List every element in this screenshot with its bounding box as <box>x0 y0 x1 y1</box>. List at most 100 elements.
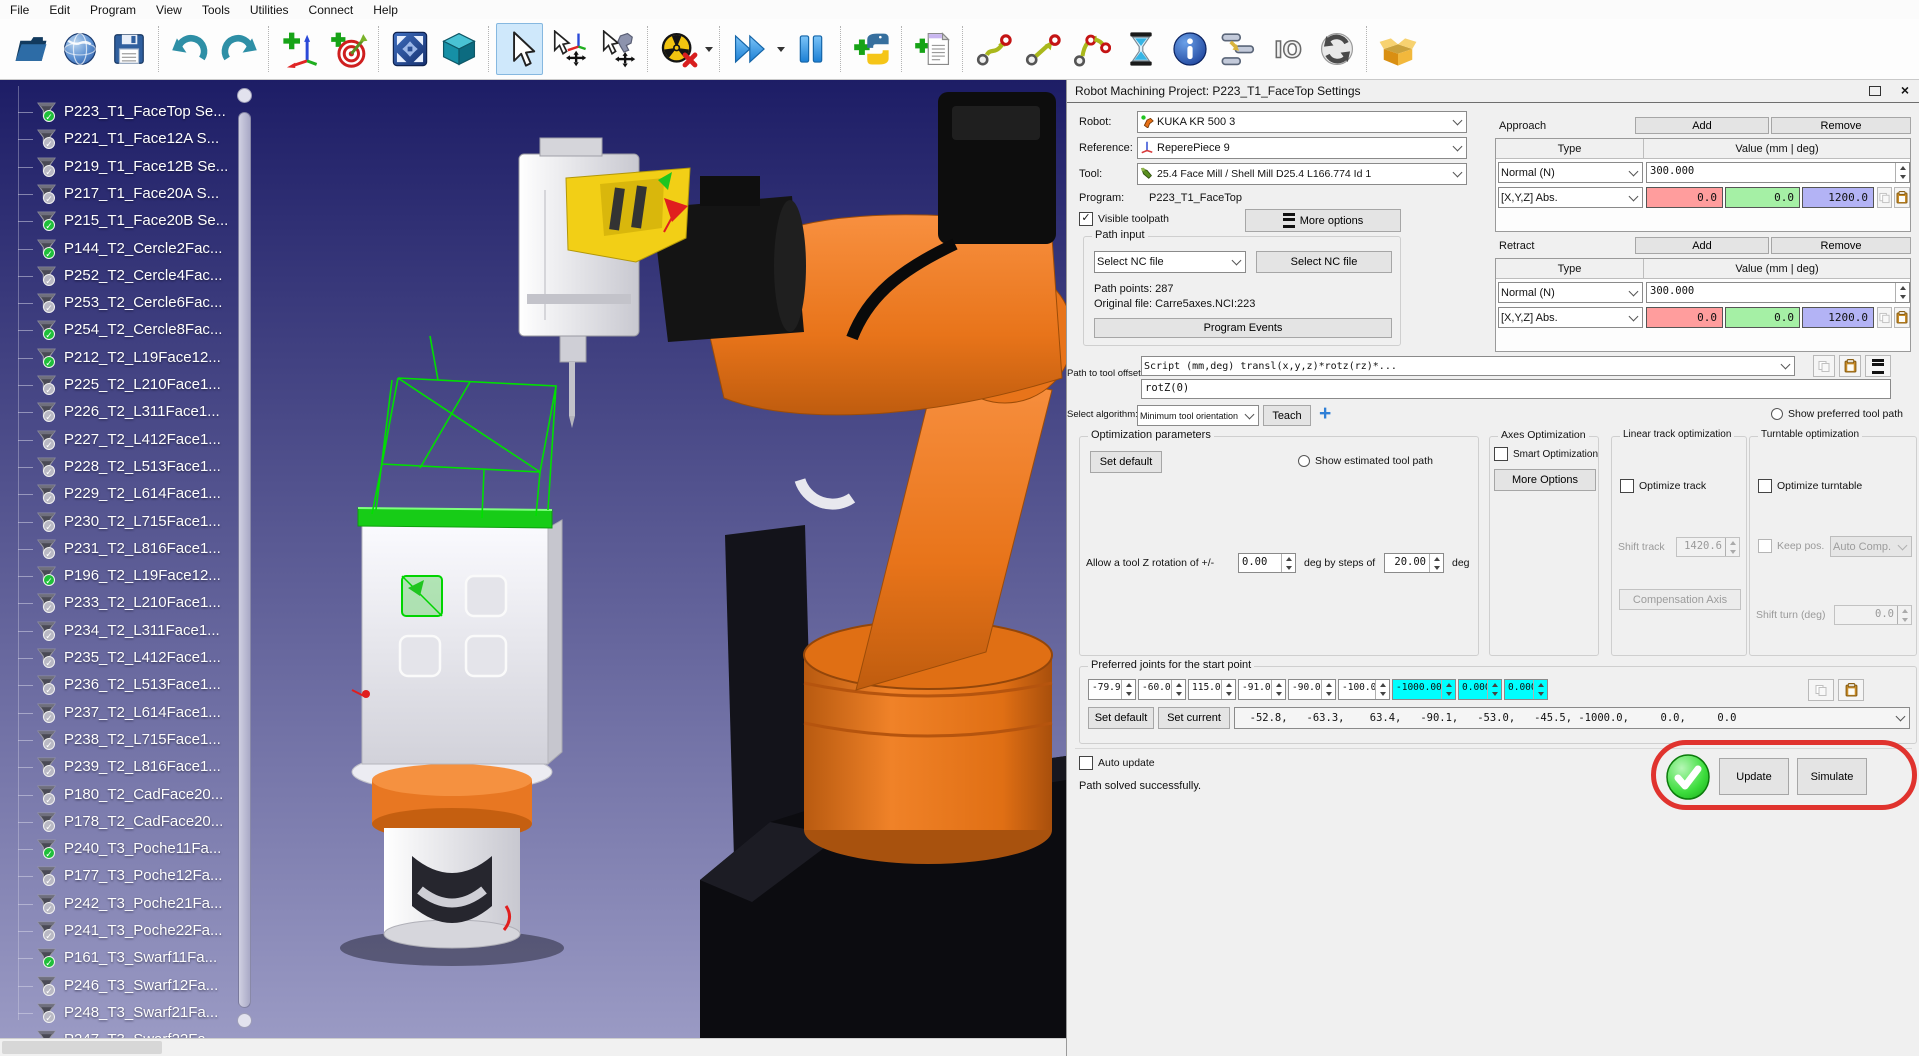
copy-icon[interactable] <box>1813 355 1835 377</box>
add-python-program-button[interactable] <box>848 23 895 75</box>
copy-icon[interactable] <box>1877 307 1892 328</box>
undo-button[interactable] <box>166 23 213 75</box>
paste-icon[interactable] <box>1839 355 1861 377</box>
tree-scrollbar[interactable] <box>236 88 253 1030</box>
joints-set-default-button[interactable]: Set default <box>1088 707 1154 729</box>
joint-4-spin[interactable]: -91.0000 <box>1238 679 1286 700</box>
move-linear-instruction-button[interactable] <box>1019 23 1066 75</box>
joint-8-spin[interactable]: 0.0000 <box>1458 679 1502 700</box>
joint-5-spin[interactable]: -90.0000 <box>1288 679 1336 700</box>
viewport-3d[interactable]: ✓P223_T1_FaceTop Se...✓P221_T1_Face12A S… <box>0 80 1066 1038</box>
current-joints-select[interactable]: -52.8, -63.3, 63.4, -90.1, -53.0, -45.5,… <box>1234 707 1910 729</box>
update-program-button[interactable] <box>1313 23 1360 75</box>
fast-simulation-button[interactable] <box>727 23 774 75</box>
collision-dropdown-caret[interactable] <box>703 23 714 75</box>
rotation-spin[interactable]: 0.00 <box>1238 553 1296 573</box>
approach-type1-select[interactable]: Normal (N) <box>1498 162 1643 183</box>
redo-button[interactable] <box>215 23 262 75</box>
optimize-track-checkbox[interactable]: Optimize track <box>1620 479 1706 493</box>
retract-type1-select[interactable]: Normal (N) <box>1498 282 1643 303</box>
joint-1-spin[interactable]: -79.9800 <box>1088 679 1136 700</box>
move-reference-button[interactable] <box>545 23 592 75</box>
steps-spin[interactable]: 20.00 <box>1384 553 1444 573</box>
optimize-turntable-checkbox[interactable]: Optimize turntable <box>1758 479 1862 493</box>
approach-value1-spin[interactable]: 300.000 <box>1646 162 1910 183</box>
retract-add-button[interactable]: Add <box>1635 237 1769 254</box>
pause-simulation-button[interactable] <box>787 23 834 75</box>
save-station-button[interactable] <box>105 23 152 75</box>
approach-x-field[interactable]: 0.0 <box>1646 187 1723 208</box>
joint-3-spin[interactable]: 115.0000 <box>1188 679 1236 700</box>
teach-button[interactable]: Teach <box>1263 405 1311 426</box>
isometric-view-button[interactable] <box>435 23 482 75</box>
close-panel-icon[interactable]: × <box>1901 82 1909 98</box>
copy-icon[interactable] <box>1877 187 1892 208</box>
pause-instruction-button[interactable] <box>1117 23 1164 75</box>
menu-file[interactable]: File <box>0 1 39 19</box>
retract-x-field[interactable]: 0.0 <box>1646 307 1723 328</box>
retract-y-field[interactable]: 0.0 <box>1725 307 1800 328</box>
move-joint-instruction-button[interactable] <box>970 23 1017 75</box>
menu-help[interactable]: Help <box>363 1 408 19</box>
menu-connect[interactable]: Connect <box>299 1 364 19</box>
scroll-up-knob[interactable] <box>237 88 252 103</box>
move-circular-instruction-button[interactable] <box>1068 23 1115 75</box>
restore-panel-icon[interactable] <box>1869 86 1881 96</box>
sample-library-button[interactable] <box>1374 23 1421 75</box>
show-instruction-button[interactable] <box>1166 23 1213 75</box>
reference-select[interactable]: ReperePiece 9 <box>1137 137 1467 159</box>
paste-icon[interactable] <box>1894 307 1910 328</box>
add-target-button[interactable] <box>325 23 372 75</box>
offset-script-select[interactable]: Script (mm,deg) transl(x,y,z)*rotz(rz)*.… <box>1141 356 1795 376</box>
retract-z-field[interactable]: 1200.0 <box>1802 307 1874 328</box>
paste-icon[interactable] <box>1894 187 1910 208</box>
more-options-button[interactable]: More options <box>1245 209 1401 232</box>
joint-6-spin[interactable]: -100.0000 <box>1338 679 1390 700</box>
algorithm-select[interactable]: Minimum tool orientation change <box>1137 405 1259 426</box>
fit-view-button[interactable] <box>386 23 433 75</box>
move-tool-button[interactable] <box>594 23 641 75</box>
horizontal-scrollbar[interactable] <box>0 1038 1066 1056</box>
tool-select[interactable]: 25.4 Face Mill / Shell Mill D25.4 L166.7… <box>1137 163 1467 185</box>
check-collisions-button[interactable] <box>655 23 702 75</box>
online-library-button[interactable] <box>56 23 103 75</box>
joint-9-spin[interactable]: 0.0000 <box>1504 679 1548 700</box>
menu-edit[interactable]: Edit <box>39 1 80 19</box>
retract-type2-select[interactable]: [X,Y,Z] Abs. <box>1498 307 1643 328</box>
simulation-dropdown-caret[interactable] <box>775 23 786 75</box>
joint-2-spin[interactable]: -60.0000 <box>1138 679 1186 700</box>
show-estimated-radio[interactable]: Show estimated tool path <box>1298 455 1433 467</box>
select-tool-button[interactable] <box>496 23 543 75</box>
auto-update-checkbox[interactable]: Auto update <box>1079 756 1155 770</box>
offset-menu-button[interactable] <box>1865 355 1891 377</box>
visible-toolpath-checkbox[interactable]: ✓Visible toolpath <box>1079 212 1169 226</box>
approach-type2-select[interactable]: [X,Y,Z] Abs. <box>1498 187 1643 208</box>
joint-7-spin[interactable]: -1000.0000 <box>1392 679 1456 700</box>
scroll-thumb[interactable] <box>238 112 251 1008</box>
program-call-instruction-button[interactable] <box>1215 23 1262 75</box>
approach-y-field[interactable]: 0.0 <box>1725 187 1800 208</box>
open-project-button[interactable] <box>7 23 54 75</box>
paste-icon[interactable] <box>1838 679 1864 701</box>
scroll-down-knob[interactable] <box>237 1013 252 1028</box>
approach-z-field[interactable]: 1200.0 <box>1802 187 1874 208</box>
copy-icon[interactable] <box>1808 679 1834 701</box>
approach-add-button[interactable]: Add <box>1635 117 1769 134</box>
add-nc-program-button[interactable] <box>909 23 956 75</box>
offset-value-input[interactable]: rotZ(0) <box>1141 379 1891 399</box>
select-nc-file-button[interactable]: Select NC file <box>1256 251 1392 273</box>
set-io-instruction-button[interactable]: IO <box>1264 23 1311 75</box>
menu-program[interactable]: Program <box>80 1 146 19</box>
joints-set-current-button[interactable]: Set current <box>1158 707 1230 729</box>
menu-tools[interactable]: Tools <box>192 1 240 19</box>
show-preferred-radio[interactable]: Show preferred tool path <box>1771 408 1903 420</box>
add-algorithm-icon[interactable]: + <box>1319 405 1331 423</box>
set-default-button[interactable]: Set default <box>1090 451 1162 473</box>
menu-view[interactable]: View <box>146 1 192 19</box>
retract-value1-spin[interactable]: 300.000 <box>1646 282 1910 303</box>
program-events-button[interactable]: Program Events <box>1094 318 1392 338</box>
menu-utilities[interactable]: Utilities <box>240 1 299 19</box>
axes-more-options-button[interactable]: More Options <box>1494 469 1596 491</box>
add-reference-frame-button[interactable] <box>276 23 323 75</box>
approach-remove-button[interactable]: Remove <box>1771 117 1911 134</box>
